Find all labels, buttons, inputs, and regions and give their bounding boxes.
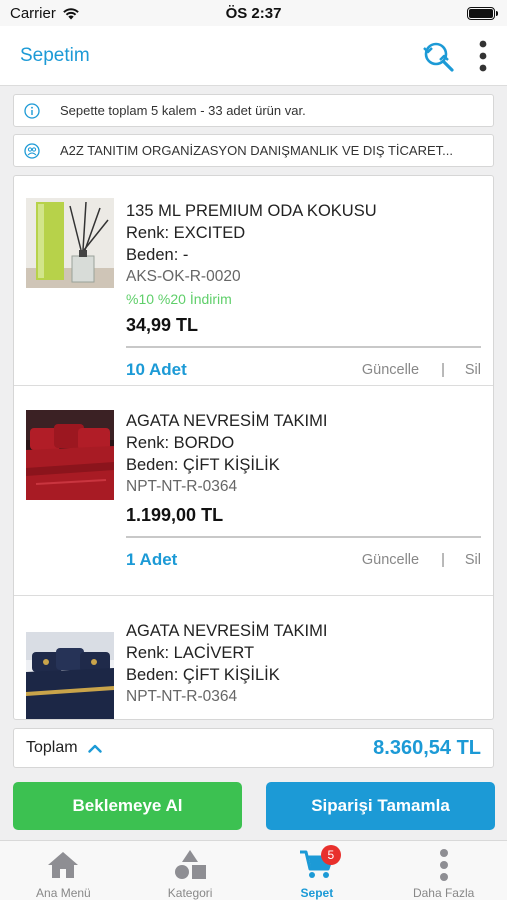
product-price: 1.199,00 TL (126, 505, 224, 525)
cart-summary-text: Sepette toplam 5 kalem - 33 adet ürün va… (60, 103, 306, 118)
nav-label: Ana Menü (36, 886, 91, 900)
info-icon (24, 102, 40, 119)
nav-item-more[interactable]: Daha Fazla (380, 841, 507, 900)
action-separator: | (441, 362, 445, 378)
refresh-search-icon (423, 42, 454, 72)
product-name: AGATA NEVRESİM TAKIMI (126, 412, 328, 430)
complete-order-button[interactable]: Siparişi Tamamla (266, 782, 495, 830)
nav-label: Daha Fazla (412, 886, 475, 900)
home-icon (48, 852, 79, 878)
product-code: AKS-OK-R-0020 (126, 268, 241, 285)
cart-item: AGATA NEVRESİM TAKIMI Renk: BORDO Beden:… (14, 386, 493, 596)
total-value: 8.360,54 TL (373, 736, 481, 759)
product-size: Beden: ÇİFT KİŞİLİK (126, 456, 280, 474)
product-color: Renk: LACİVERT (126, 644, 255, 662)
chevron-up-icon[interactable] (87, 744, 102, 753)
nav-label: Sepet (300, 886, 334, 900)
company-box[interactable]: A2Z TANITIM ORGANİZASYON DANIŞMANLIK VE … (13, 134, 494, 167)
quantity-selector[interactable]: 1 Adet (126, 550, 362, 570)
product-image-room-fragrance[interactable] (26, 198, 114, 288)
cart-summary-box: Sepette toplam 5 kalem - 33 adet ürün va… (13, 94, 494, 127)
product-price: 34,99 TL (126, 315, 199, 335)
hold-order-button[interactable]: Beklemeye Al (13, 782, 242, 830)
bottom-nav: Ana Menü Kategori 5 Sepet Daha Fazla (0, 840, 507, 900)
item-divider (126, 346, 481, 348)
more-options-button[interactable] (479, 40, 487, 72)
update-button[interactable]: Güncelle (362, 552, 419, 568)
product-size: Beden: - (126, 246, 189, 264)
action-separator: | (441, 552, 445, 568)
category-icon (175, 850, 207, 879)
item-divider (126, 536, 481, 538)
product-image-bedding-bordo[interactable] (26, 410, 114, 500)
total-label: Toplam (26, 739, 78, 756)
product-color: Renk: EXCITED (126, 224, 246, 242)
product-size: Beden: ÇİFT KİŞİLİK (126, 666, 280, 684)
carrier-label: Carrier (10, 4, 56, 22)
product-code: NPT-NT-R-0364 (126, 478, 238, 495)
page-title: Sepetim (20, 44, 90, 66)
product-code: NPT-NT-R-0364 (126, 688, 238, 705)
update-button[interactable]: Güncelle (362, 362, 419, 378)
refresh-search-button[interactable] (421, 39, 457, 73)
company-icon (24, 142, 40, 159)
delete-button[interactable]: Sil (465, 552, 481, 568)
cart-item: AGATA NEVRESİM TAKIMI Renk: LACİVERT Bed… (14, 596, 493, 719)
company-name: A2Z TANITIM ORGANİZASYON DANIŞMANLIK VE … (60, 143, 453, 158)
nav-label: Kategori (167, 886, 213, 900)
cart-item: 135 ML PREMIUM ODA KOKUSU Renk: EXCITED … (14, 176, 493, 386)
product-image-bedding-lacivert[interactable] (26, 632, 114, 719)
cart-badge: 5 (320, 845, 341, 865)
more-icon (439, 849, 448, 881)
delete-button[interactable]: Sil (465, 362, 481, 378)
product-name: 135 ML PREMIUM ODA KOKUSU (126, 202, 377, 220)
nav-item-cart[interactable]: 5 Sepet (254, 841, 381, 900)
product-color: Renk: BORDO (126, 434, 235, 452)
battery-icon (467, 6, 498, 20)
status-bar: Carrier ÖS 2:37 (0, 0, 507, 26)
app-header: Sepetim (0, 26, 507, 86)
product-discount: %10 %20 İndirim (126, 291, 232, 307)
kebab-menu-icon (479, 40, 487, 71)
quantity-selector[interactable]: 10 Adet (126, 360, 362, 380)
cart-list[interactable]: 135 ML PREMIUM ODA KOKUSU Renk: EXCITED … (13, 175, 494, 720)
total-bar[interactable]: Toplam 8.360,54 TL (13, 728, 494, 768)
product-name: AGATA NEVRESİM TAKIMI (126, 622, 328, 640)
nav-item-category[interactable]: Kategori (127, 841, 254, 900)
wifi-icon (63, 7, 79, 19)
nav-item-home[interactable]: Ana Menü (0, 841, 127, 900)
